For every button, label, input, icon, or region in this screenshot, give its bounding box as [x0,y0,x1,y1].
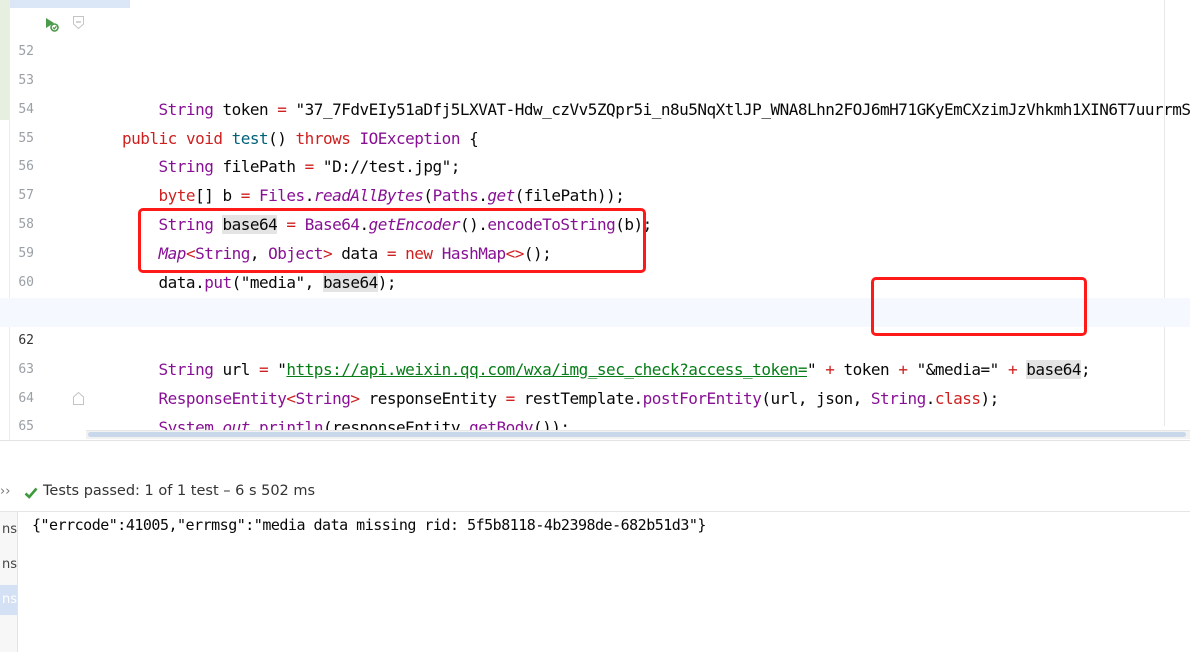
code-line[interactable]: 54 [0,67,1190,117]
horizontal-scrollbar[interactable] [86,430,1190,439]
annotation-box-media-param [871,277,1087,336]
code-line[interactable]: 57 String base64 = Base64.getEncoder().e… [0,153,1190,235]
code-line[interactable]: 52 public void test() throws IOException… [0,9,1190,148]
code-line[interactable]: 56 byte[] b = Files.readAllBytes(Paths.g… [0,125,1190,205]
divider [0,511,1190,512]
console-output: {"errcode":41005,"errmsg":"media data mi… [32,516,706,534]
code-line[interactable]: 55 String filePath = "D://test.jpg"; [0,96,1190,177]
check-icon [24,487,38,499]
tree-item[interactable]: ns [0,515,17,545]
test-status-bar: ›› Tests passed: 1 of 1 test – 6 s 502 m… [0,481,1190,505]
code-editor[interactable]: 52 public void test() throws IOException… [0,0,1190,440]
tree-item-selected[interactable]: ns [0,585,17,615]
code-line[interactable]: 65 } [0,385,1190,434]
annotation-box-json-body [138,208,646,273]
tree-item[interactable]: ns [0,550,17,580]
code-line[interactable]: 53 String token = "37_7FdvEIy51aDfj5LXVA… [0,38,1190,119]
expand-toolbar-button[interactable]: ›› [0,484,10,499]
test-status-text: Tests passed: 1 of 1 test – 6 s 502 ms [43,483,316,499]
run-test-icon[interactable] [43,16,59,32]
test-results-tree[interactable]: ns ns ns [0,512,18,652]
scrollbar-thumb[interactable] [88,432,1186,437]
editor-tab-strip [0,0,130,8]
run-tool-window: ›› Tests passed: 1 of 1 test – 6 s 502 m… [0,440,1190,652]
fold-start-icon[interactable] [73,16,84,29]
code-line[interactable]: 64 System.out.println(responseEntity.get… [0,356,1190,437]
code-line[interactable]: 58 Map<String, Object> data = new HashMa… [0,182,1190,263]
fold-end-icon[interactable] [73,391,84,405]
